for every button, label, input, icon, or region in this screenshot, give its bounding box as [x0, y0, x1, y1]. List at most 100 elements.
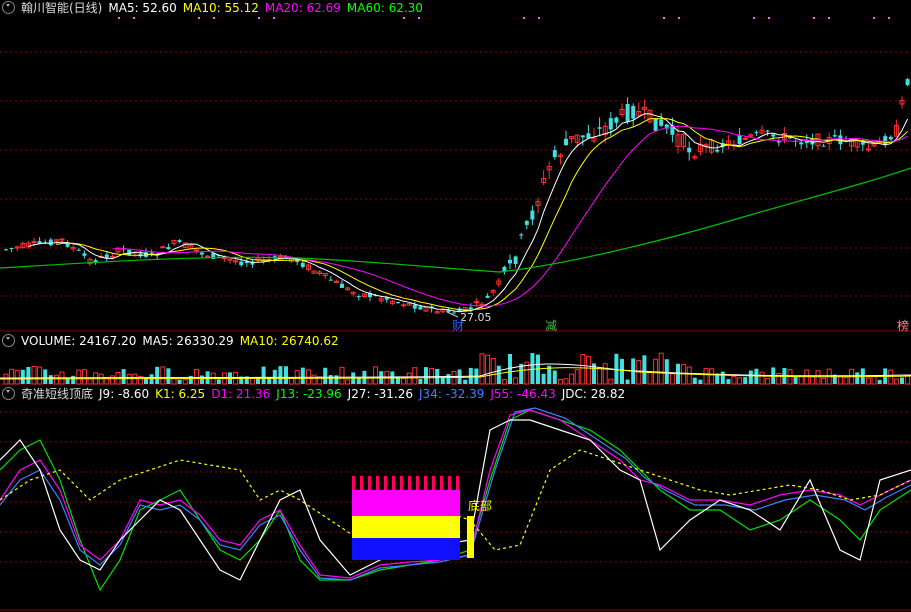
candle-body — [804, 140, 809, 144]
ma20-line — [112, 125, 908, 307]
event-dot — [873, 17, 875, 19]
volume-bar — [48, 375, 53, 384]
volume-bar — [200, 375, 204, 384]
volume-bar — [373, 366, 379, 385]
volume-bar — [585, 355, 591, 385]
event-marker: 财 — [452, 319, 464, 333]
volume-bar — [692, 377, 697, 384]
candle-body — [31, 241, 37, 244]
candle-body — [771, 134, 776, 137]
volume-bar — [698, 379, 703, 384]
candle-body — [452, 312, 456, 314]
volume-bar — [860, 368, 865, 384]
volume-bar — [669, 373, 675, 385]
candle-body — [48, 239, 53, 246]
candle-body — [597, 127, 602, 129]
candle-body — [418, 306, 423, 310]
candle-body — [508, 259, 512, 264]
volume-bar — [345, 379, 351, 385]
volume-bar — [793, 376, 798, 384]
candle-body — [519, 234, 524, 236]
volume-bar — [865, 377, 871, 385]
candle-body — [502, 266, 507, 272]
candle-body — [580, 135, 585, 138]
volume-bar — [177, 379, 182, 384]
event-dot — [888, 17, 890, 19]
volume-bar — [284, 366, 288, 384]
volume-bar — [726, 379, 731, 384]
volume-bar — [20, 369, 25, 384]
volume-bar — [843, 376, 849, 385]
signal-bar-yellow — [352, 516, 460, 538]
candle-body — [614, 117, 619, 123]
candle-body — [59, 238, 65, 241]
candle-body — [479, 303, 485, 306]
volume-bar — [737, 377, 743, 385]
event-dot — [418, 17, 420, 19]
volume-bar — [709, 368, 715, 385]
volume-bar — [278, 366, 283, 384]
volume-bar — [9, 368, 15, 385]
volume-bar — [569, 373, 575, 385]
candle-body — [799, 142, 804, 145]
candle-body — [82, 253, 87, 256]
volume-bar — [541, 373, 546, 384]
volume-bar — [26, 366, 31, 384]
volume-bar — [893, 378, 899, 385]
volume-bar — [43, 369, 48, 384]
volume-bar — [31, 365, 37, 385]
ma60-line — [0, 167, 911, 273]
volume-bar — [71, 375, 76, 384]
event-dot — [133, 17, 135, 19]
candle-body — [76, 249, 81, 251]
event-dot — [678, 17, 680, 19]
candle-body — [396, 302, 400, 304]
candle-body — [340, 283, 344, 288]
candle-body — [765, 130, 770, 132]
candle-body — [328, 279, 333, 281]
candle-body — [239, 261, 244, 266]
candle-body — [883, 136, 888, 145]
candle-body — [193, 249, 199, 252]
event-dot — [213, 17, 215, 19]
candle-body — [160, 246, 166, 249]
candle-body — [905, 79, 910, 86]
candle-body — [468, 307, 473, 309]
volume-bar — [574, 369, 580, 385]
volume-bar — [160, 366, 166, 385]
volume-bar — [76, 369, 82, 385]
volume-bar — [155, 366, 160, 384]
volume-bar — [289, 377, 295, 385]
volume-bar — [855, 372, 860, 384]
candle-body — [104, 254, 109, 258]
candle-body — [586, 133, 591, 139]
volume-bar — [809, 376, 815, 385]
volume-bar — [496, 365, 501, 384]
candle-body — [300, 262, 305, 267]
volume-bar — [900, 377, 904, 384]
event-dot — [403, 17, 405, 19]
volume-bar — [703, 368, 709, 385]
volume-bar — [463, 379, 468, 384]
volume-bar — [339, 366, 345, 385]
candle-body — [687, 147, 692, 153]
signal-bar-blue — [352, 538, 460, 560]
candle-body — [356, 296, 361, 298]
volume-bar — [334, 375, 339, 384]
candle-body — [200, 252, 204, 255]
candle-body — [227, 258, 233, 261]
volume-bar — [743, 377, 748, 384]
event-dot — [258, 17, 260, 19]
candle-body — [4, 249, 8, 251]
volume-bar — [182, 379, 188, 385]
event-dot — [828, 17, 830, 19]
signal-bar-bottom — [467, 516, 474, 558]
volume-bar — [686, 366, 692, 385]
volume-bar — [580, 354, 586, 385]
volume-bar — [625, 379, 630, 384]
event-dot — [768, 17, 770, 19]
candle-body — [412, 304, 417, 309]
volume-bar — [479, 353, 485, 385]
volume-bar — [418, 379, 423, 384]
event-dot — [198, 17, 200, 19]
